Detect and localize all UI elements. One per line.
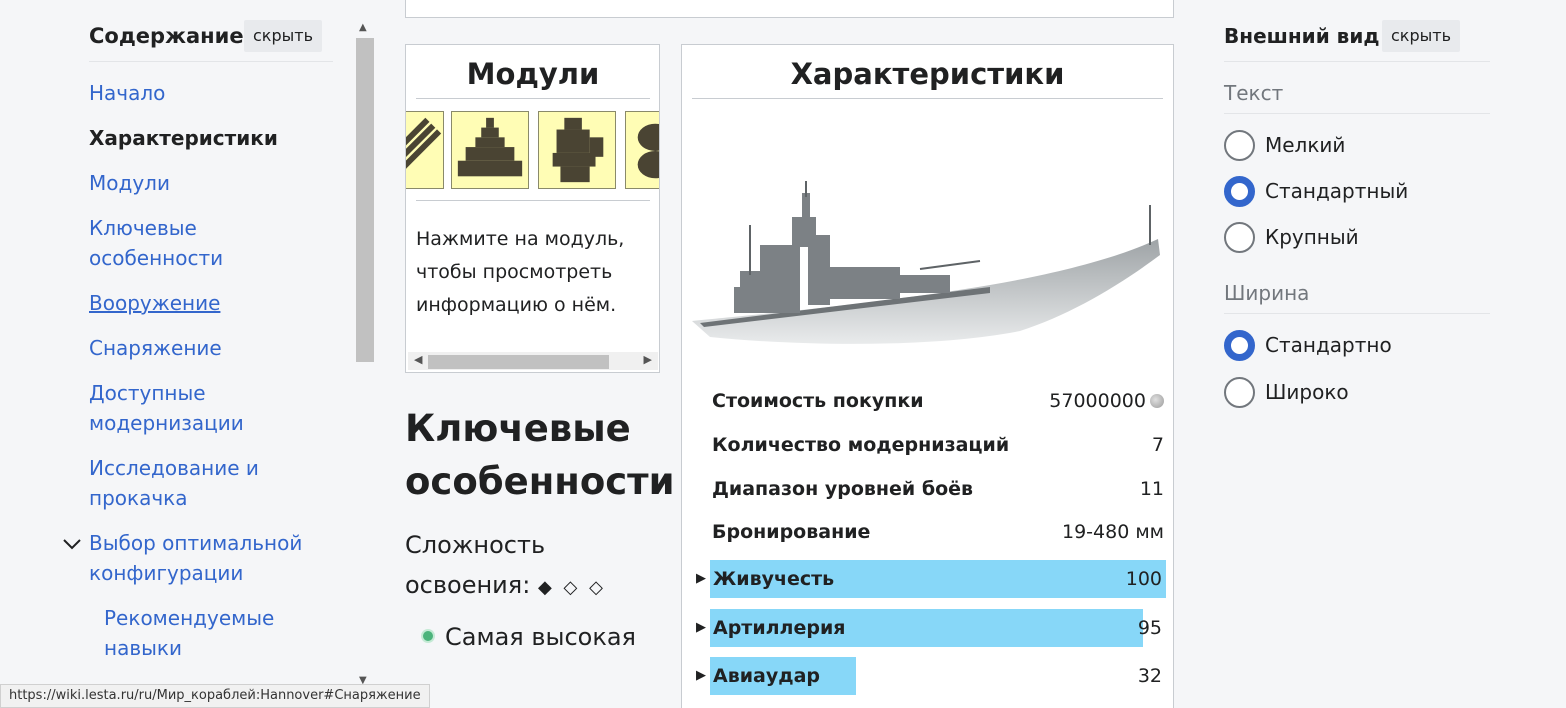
feature-text: Самая высокая [445, 623, 636, 651]
stat-bar-label: Артиллерия [713, 616, 846, 639]
toc-item-equipment[interactable]: Снаряжение [89, 333, 222, 363]
stat-bar-row[interactable]: ▶ Авиаудар 32 [696, 657, 1166, 695]
modules-title: Модули [416, 51, 650, 99]
char-value: 11 [1139, 478, 1164, 500]
stat-bar-value: 100 [1125, 568, 1162, 590]
stat-bar-row[interactable]: ▶ Артиллерия 95 [696, 608, 1166, 647]
radio-circle-icon[interactable] [1224, 130, 1255, 161]
module-strip [406, 111, 659, 189]
appearance-title: Внешний вид [1224, 24, 1380, 48]
scroll-left-arrow-icon[interactable]: ◀ [414, 353, 422, 366]
chevron-down-icon[interactable] [63, 530, 81, 560]
module-hull[interactable] [451, 111, 529, 189]
appearance-hide-button[interactable]: скрыть [1382, 20, 1460, 52]
feature-item: Самая высокая [423, 620, 636, 654]
toc-item-recommended-skills[interactable]: Рекомендуемые навыки [104, 603, 304, 663]
toc-hide-button[interactable]: скрыть [244, 20, 322, 52]
char-label: Стоимость покупки [712, 390, 924, 412]
stat-bar-value: 95 [1137, 616, 1162, 639]
key-features-heading: Ключевые особенности [405, 407, 675, 503]
char-value: 19-480 мм [1061, 521, 1164, 543]
text-size-heading: Текст [1224, 78, 1490, 114]
ship-image [692, 181, 1160, 344]
modules-hscrollbar[interactable]: ◀ ▶ [408, 352, 658, 370]
char-row-armor: Бронирование 19-480 мм [712, 517, 1164, 547]
toc-item-characteristics[interactable]: Характеристики [89, 123, 278, 153]
appearance-header: Внешний вид скрыть [1224, 20, 1490, 62]
toc-item-research[interactable]: Исследование и прокачка [89, 453, 279, 513]
stat-bar-label: Живучесть [713, 568, 835, 590]
module-guns[interactable] [406, 111, 444, 189]
radio-label[interactable]: Стандартно [1265, 330, 1392, 361]
char-value: 57000000 [1049, 386, 1164, 416]
table-of-contents: Содержание скрыть Начало Характеристики … [0, 0, 380, 708]
char-label: Количество модернизаций [712, 434, 1010, 456]
radio-circle-icon[interactable] [1224, 222, 1255, 253]
modules-hscroll-thumb[interactable] [428, 355, 609, 369]
width-heading: Ширина [1224, 278, 1490, 314]
characteristics-box: Характеристики Стоимость покупки 5700000… [681, 44, 1174, 708]
guns-module-icon [406, 117, 442, 169]
toc-item-upgrades[interactable]: Доступные модернизации [89, 378, 259, 438]
stat-bar-row[interactable]: ▶ Живучесть 100 [696, 560, 1166, 598]
radio-label[interactable]: Мелкий [1265, 130, 1345, 161]
modules-divider [416, 200, 650, 201]
expand-arrow-icon[interactable]: ▶ [696, 609, 706, 647]
toc-header: Содержание скрыть [89, 20, 333, 62]
radio-label[interactable]: Стандартный [1265, 176, 1408, 207]
char-row-price: Стоимость покупки 57000000 [712, 386, 1164, 416]
expand-arrow-icon[interactable]: ▶ [696, 657, 706, 695]
radio-label[interactable]: Крупный [1265, 222, 1359, 253]
characteristics-title: Характеристики [692, 51, 1163, 99]
radio-circle-icon[interactable] [1224, 377, 1255, 408]
radio-label[interactable]: Широко [1265, 377, 1349, 408]
toc-item-start[interactable]: Начало [89, 78, 165, 108]
stat-bar-value: 32 [1137, 665, 1162, 687]
char-row-upgrades: Количество модернизаций 7 [712, 430, 1164, 460]
toc-item-optimal-config-wrap: Выбор оптимальной конфигурации [63, 528, 319, 588]
difficulty-label: Сложность освоения: [405, 531, 546, 599]
modules-hint: Нажмите на модуль, чтобы просмотреть инф… [416, 228, 625, 316]
toc-item-modules[interactable]: Модули [89, 168, 170, 198]
char-label: Диапазон уровней боёв [712, 478, 974, 500]
difficulty: Сложность освоения: ◆ ◇ ◇ [405, 525, 675, 608]
char-label: Бронирование [712, 521, 871, 543]
toc-title: Содержание [89, 24, 244, 48]
expand-arrow-icon[interactable]: ▶ [696, 560, 706, 598]
status-bar-url: https://wiki.lesta.ru/ru/Мир_кораблей:Ha… [0, 684, 430, 708]
propeller-module-icon [637, 123, 659, 179]
toc-scrollbar[interactable]: ▲ ▼ [356, 22, 374, 686]
intro-box [405, 0, 1174, 18]
modules-box: Модули Нажмите на модуль, чтобы просмотр… [405, 44, 660, 373]
toc-item-armament[interactable]: Вооружение [89, 288, 220, 318]
module-engine[interactable] [538, 111, 616, 189]
silver-coin-icon [1150, 393, 1164, 408]
toc-item-key-features[interactable]: Ключевые особенности [89, 213, 249, 273]
radio-circle-icon[interactable] [1224, 176, 1255, 207]
toc-item-optimal-config[interactable]: Выбор оптимальной конфигурации [89, 531, 302, 585]
hull-module-icon [457, 117, 523, 177]
module-propeller[interactable] [625, 111, 659, 189]
char-value: 7 [1151, 434, 1164, 456]
engine-module-icon [552, 117, 604, 183]
toc-scroll-thumb[interactable] [356, 38, 374, 362]
difficulty-marks: ◆ ◇ ◇ [537, 577, 606, 598]
scroll-up-arrow-icon[interactable]: ▲ [359, 22, 367, 33]
stat-bar-label: Авиаудар [713, 665, 821, 687]
bullet-dot-icon [423, 631, 433, 641]
scroll-right-arrow-icon[interactable]: ▶ [644, 353, 652, 366]
radio-circle-icon[interactable] [1224, 330, 1255, 361]
char-row-battle-tiers: Диапазон уровней боёв 11 [712, 474, 1164, 504]
